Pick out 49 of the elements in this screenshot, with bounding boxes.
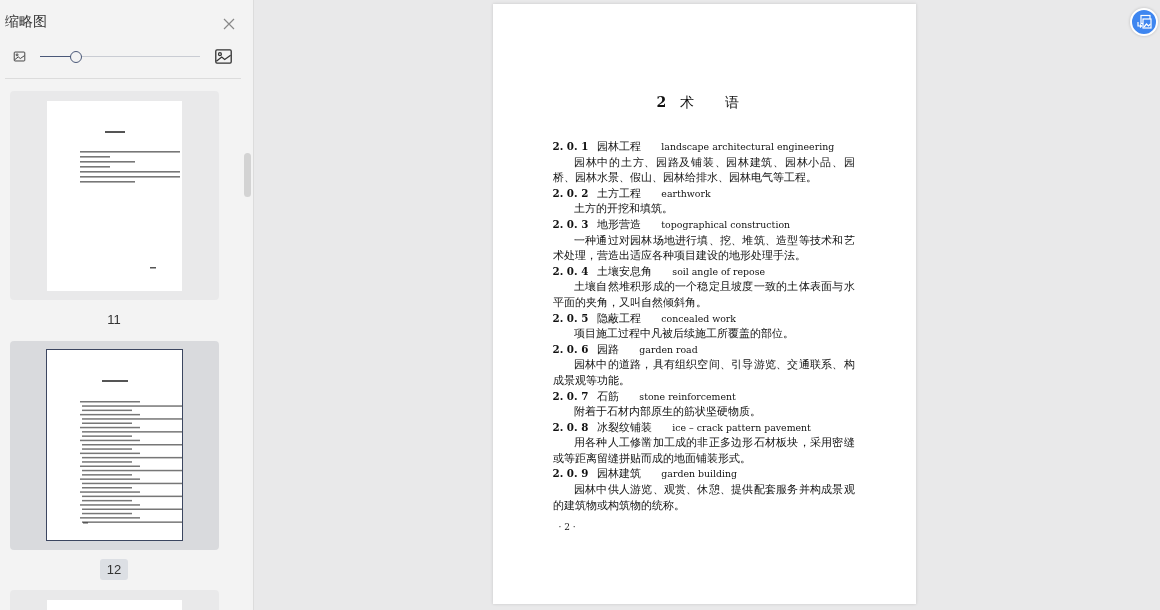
english-term: stone reinforcement: [639, 390, 736, 402]
english-term: topographical construction: [661, 218, 791, 230]
english-term: concealed work: [661, 312, 737, 324]
page-thumbnail[interactable]: [9, 340, 219, 550]
term-definition: 土方的开挖和填筑。: [572, 201, 674, 217]
term-definition: 用各种人工修凿加工成的非正多边形石材板块，采用密缝或等距离留缝拼贴而成的地面铺装形式。: [552, 435, 855, 467]
term-number: 2. 0. 9: [552, 467, 589, 480]
page-number: · 2 ·: [558, 521, 577, 535]
term-definition: 土壤自然堆积形成的一个稳定且坡度一致的土体表面与水平面的夹角，又叫自然倾斜角。: [552, 279, 855, 311]
term-name: 园林建筑: [597, 467, 642, 481]
term-name: 园林工程: [597, 140, 642, 153]
term-definition: 园林中供人游览、观赏、休憩、提供配套服务并构成景观的建筑物或构筑物的统称。: [552, 482, 855, 514]
large-image-icon[interactable]: [214, 47, 233, 66]
term-name: 石筋: [597, 389, 620, 403]
term-number: 2. 0. 7: [552, 389, 589, 402]
term-name: 土壤安息角: [597, 264, 653, 278]
english-term: landscape architectural engineering: [661, 141, 835, 152]
english-term: garden road: [639, 343, 698, 355]
page-number-label: 12: [99, 558, 129, 580]
english-term: soil angle of repose: [672, 265, 766, 277]
term-number: 2. 0. 3: [552, 217, 589, 230]
page-number-label: 11: [106, 311, 122, 329]
term-definition: 园林中的道路，具有组织空间、引导游览、交通联系、构成景观等功能。: [552, 357, 855, 389]
term-name: 冰裂纹铺装: [597, 420, 653, 434]
term-definition: 附着于石材内部原生的筋状坚硬物质。: [572, 404, 762, 420]
term-definition: 园林中的土方、园路及铺装、园林建筑、园林小品、园桥、园林水景、假山、园林给排水、园林电气等工程。: [552, 154, 855, 186]
term-number: 2. 0. 2: [552, 186, 589, 199]
term-number: 2. 0. 5: [552, 311, 589, 324]
panel-title: 缩略图: [5, 12, 47, 31]
term-name: 园路: [597, 342, 620, 356]
section-heading: 2 术 语: [655, 93, 749, 112]
export-image-button[interactable]: [1130, 8, 1158, 36]
english-term: garden building: [661, 468, 738, 480]
term-number: 2. 0. 1: [552, 140, 589, 152]
term-number: 2. 0. 4: [552, 264, 589, 277]
term-definition: 项目施工过程中凡被后续施工所覆盖的部位。: [572, 326, 795, 342]
page-thumbnail[interactable]: [9, 91, 219, 300]
english-term: earthwork: [661, 187, 711, 199]
scrollbar-thumb[interactable]: [244, 153, 251, 197]
term-number: 2. 0. 6: [552, 342, 589, 355]
export-image-icon: [1136, 14, 1152, 30]
term-name: 土方工程: [597, 186, 642, 200]
small-image-icon[interactable]: [13, 50, 26, 63]
term-name: 地形营造: [597, 217, 642, 231]
term-definition: 一种通过对园林场地进行填、挖、堆筑、造型等技术和艺术处理，营造出适应各种项目建设的地形处理手法。: [552, 232, 855, 264]
term-name: 隐蔽工程: [597, 311, 642, 325]
english-term: ice – crack pattern pavement: [672, 421, 811, 433]
term-number: 2. 0. 8: [552, 420, 589, 433]
slider-handle[interactable]: [70, 50, 82, 63]
